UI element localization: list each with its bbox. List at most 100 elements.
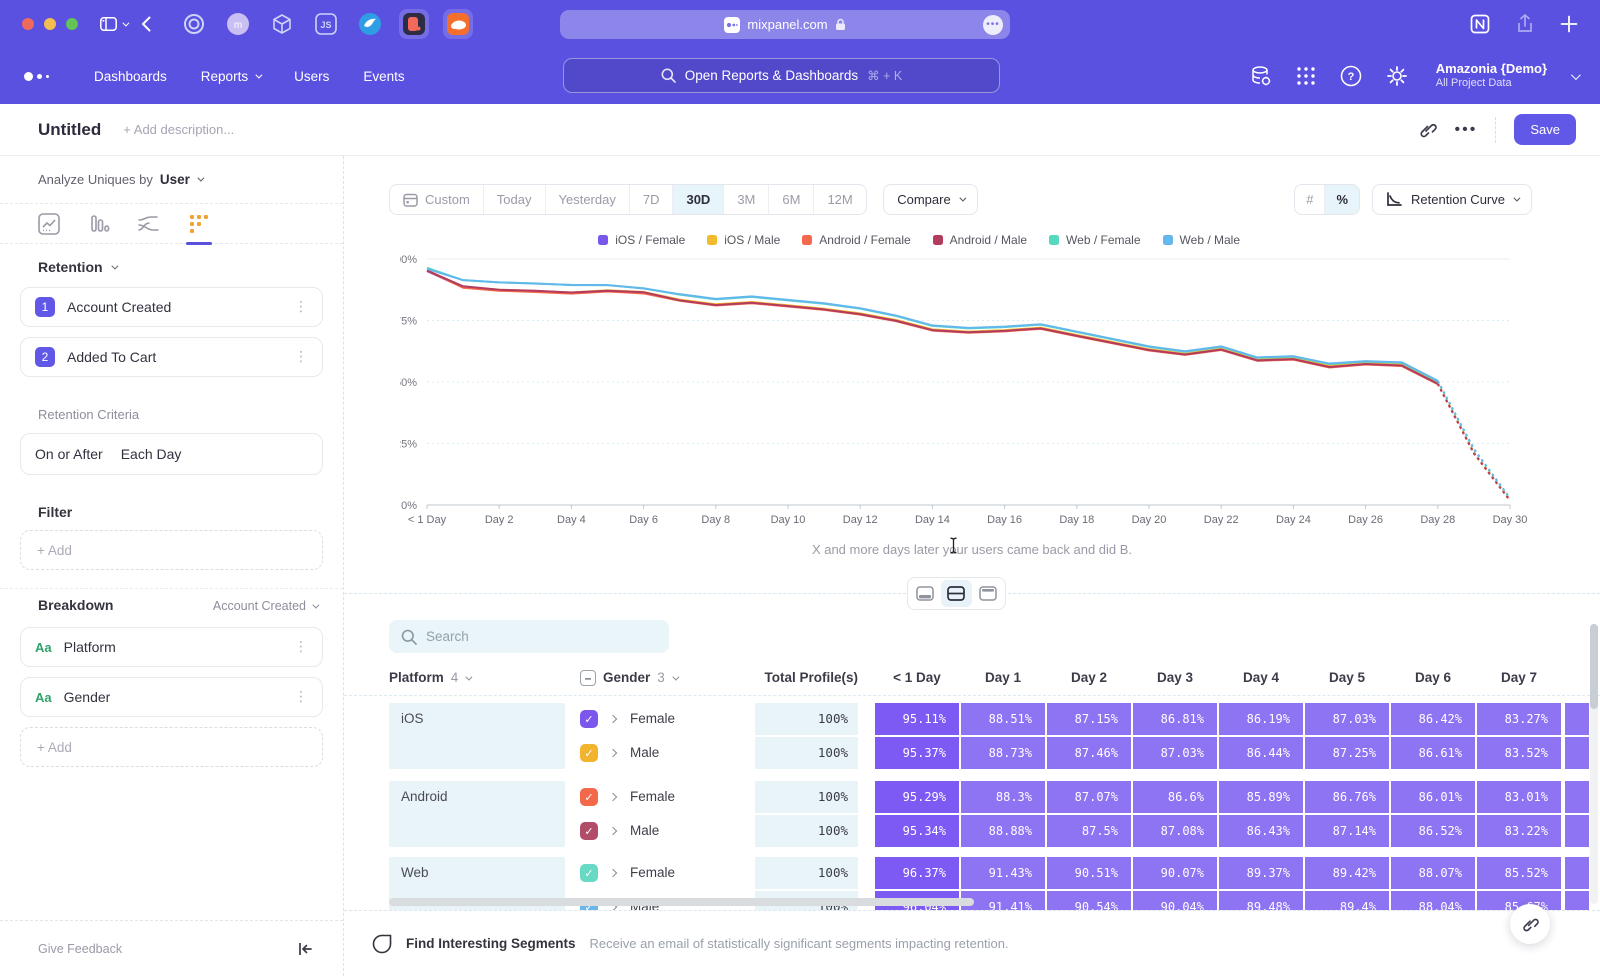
- expand-row-icon[interactable]: [609, 827, 617, 835]
- report-title[interactable]: Untitled: [38, 120, 101, 140]
- collapse-sidebar-icon[interactable]: [298, 942, 313, 956]
- range-custom[interactable]: Custom: [390, 185, 483, 214]
- target-icon[interactable]: [179, 9, 209, 39]
- table-row[interactable]: ✓Female100%96.37%91.43%90.51%90.07%89.37…: [344, 857, 1600, 889]
- compare-button[interactable]: Compare: [883, 184, 977, 215]
- avatar-m-icon[interactable]: m: [223, 9, 253, 39]
- layout-split[interactable]: [941, 580, 971, 607]
- retention-cell[interactable]: 88.73%: [961, 737, 1045, 769]
- retention-cell[interactable]: 88.88%: [961, 815, 1045, 847]
- help-icon[interactable]: ?: [1340, 65, 1362, 87]
- retention-cell[interactable]: 86.81%: [1133, 703, 1217, 735]
- chart-type-selector[interactable]: Retention Curve: [1372, 184, 1532, 215]
- unit-percent[interactable]: %: [1324, 185, 1359, 214]
- retention-cell[interactable]: 86.6%: [1133, 781, 1217, 813]
- legend-item[interactable]: Web / Male: [1163, 233, 1240, 247]
- address-bar[interactable]: mixpanel.com •••: [560, 10, 1010, 39]
- range-6m[interactable]: 6M: [768, 185, 813, 214]
- kebab-menu-icon[interactable]: ⋮: [294, 689, 308, 705]
- unit-count[interactable]: #: [1295, 185, 1324, 214]
- retention-cell[interactable]: 83.22%: [1477, 815, 1561, 847]
- retention-cell[interactable]: 96.37%: [875, 857, 959, 889]
- row-checkbox[interactable]: ✓: [580, 864, 598, 882]
- horizontal-scrollbar[interactable]: [389, 898, 974, 906]
- retention-step-card[interactable]: 2Added To Cart⋮: [20, 337, 323, 377]
- retention-section-header[interactable]: Retention: [38, 259, 116, 275]
- table-row[interactable]: ✓Female100%95.11%88.51%87.15%86.81%86.19…: [344, 703, 1600, 735]
- select-all-checkbox[interactable]: –: [580, 670, 596, 686]
- platform-column-header[interactable]: Platform 4: [389, 660, 470, 696]
- give-feedback-link[interactable]: Give Feedback: [38, 942, 122, 956]
- expand-row-icon[interactable]: [609, 793, 617, 801]
- retention-cell[interactable]: 83.01%: [1477, 781, 1561, 813]
- save-button[interactable]: Save: [1514, 114, 1576, 145]
- retention-cell[interactable]: 86.44%: [1219, 737, 1303, 769]
- legend-item[interactable]: Android / Female: [802, 233, 910, 247]
- expand-row-icon[interactable]: [609, 749, 617, 757]
- range-30d[interactable]: 30D: [672, 185, 723, 214]
- retention-cell[interactable]: 95.34%: [875, 815, 959, 847]
- breakdown-add-button[interactable]: + Add: [20, 727, 323, 767]
- retention-cell[interactable]: 89.48%: [1219, 891, 1303, 910]
- retention-cell[interactable]: 90.51%: [1047, 857, 1131, 889]
- layout-table-only[interactable]: [973, 580, 1003, 607]
- retention-step-card[interactable]: 1Account Created⋮: [20, 287, 323, 327]
- new-tab-icon[interactable]: [1560, 15, 1578, 33]
- nav-item-dashboards[interactable]: Dashboards: [94, 69, 167, 84]
- segments-title[interactable]: Find Interesting Segments: [406, 936, 576, 951]
- criteria-each-day[interactable]: Each Day: [121, 446, 182, 462]
- kebab-menu-icon[interactable]: ⋮: [294, 639, 308, 655]
- table-row[interactable]: ✓Female100%95.29%88.3%87.07%86.6%85.89%8…: [344, 781, 1600, 813]
- tab-funnels[interactable]: [86, 205, 112, 243]
- retention-cell[interactable]: 85.52%: [1477, 857, 1561, 889]
- retention-cell[interactable]: 87.03%: [1305, 703, 1389, 735]
- filter-add-button[interactable]: + Add: [20, 530, 323, 570]
- legend-item[interactable]: Android / Male: [933, 233, 1027, 247]
- layout-chart-only[interactable]: [910, 580, 940, 607]
- retention-cell[interactable]: 91.43%: [961, 857, 1045, 889]
- table-row[interactable]: ✓Male100%95.37%88.73%87.46%87.03%86.44%8…: [344, 737, 1600, 769]
- retention-cell[interactable]: 88.07%: [1391, 857, 1475, 889]
- global-search[interactable]: Open Reports & Dashboards ⌘ + K: [563, 58, 1000, 93]
- criteria-on-or-after[interactable]: On or After: [35, 446, 103, 462]
- bird-icon[interactable]: [355, 9, 385, 39]
- retention-cell[interactable]: 86.43%: [1219, 815, 1303, 847]
- retention-cell[interactable]: 86.52%: [1391, 815, 1475, 847]
- expand-row-icon[interactable]: [609, 869, 617, 877]
- retention-cell[interactable]: 89.42%: [1305, 857, 1389, 889]
- gender-column-header[interactable]: – Gender 3: [580, 660, 677, 696]
- retention-cell[interactable]: 86.76%: [1305, 781, 1389, 813]
- analyze-value[interactable]: User: [160, 172, 190, 187]
- apps-grid-icon[interactable]: [1296, 66, 1316, 86]
- breakdown-scope-selector[interactable]: Account Created: [213, 599, 317, 613]
- row-checkbox[interactable]: ✓: [580, 822, 598, 840]
- maximize-window-icon[interactable]: [66, 18, 78, 30]
- range-7d[interactable]: 7D: [629, 185, 673, 214]
- tab-flows[interactable]: [136, 205, 162, 243]
- retention-cell[interactable]: 95.29%: [875, 781, 959, 813]
- notion-icon[interactable]: [1470, 14, 1490, 34]
- row-checkbox[interactable]: ✓: [580, 710, 598, 728]
- close-window-icon[interactable]: [22, 18, 34, 30]
- red-app-icon[interactable]: [399, 9, 429, 39]
- range-12m[interactable]: 12M: [813, 185, 865, 214]
- tab-retention[interactable]: [186, 205, 212, 243]
- retention-cell[interactable]: 88.04%: [1391, 891, 1475, 910]
- retention-cell[interactable]: 85.89%: [1219, 781, 1303, 813]
- extensions-icon[interactable]: •••: [983, 15, 1003, 35]
- legend-item[interactable]: iOS / Female: [598, 233, 685, 247]
- back-icon[interactable]: [141, 16, 151, 32]
- nav-item-reports[interactable]: Reports: [201, 69, 260, 84]
- retention-cell[interactable]: 86.19%: [1219, 703, 1303, 735]
- retention-criteria-card[interactable]: On or After Each Day: [20, 433, 323, 475]
- settings-gear-icon[interactable]: [1386, 65, 1408, 87]
- tab-insights[interactable]: [36, 205, 62, 243]
- retention-cell[interactable]: 86.61%: [1391, 737, 1475, 769]
- range-yesterday[interactable]: Yesterday: [545, 185, 629, 214]
- retention-cell[interactable]: 87.08%: [1133, 815, 1217, 847]
- range-today[interactable]: Today: [483, 185, 545, 214]
- retention-cell[interactable]: 87.5%: [1047, 815, 1131, 847]
- retention-cell[interactable]: 90.54%: [1047, 891, 1131, 910]
- share-link-button[interactable]: [1510, 904, 1550, 944]
- breakdown-card-platform[interactable]: AaPlatform⋮: [20, 627, 323, 667]
